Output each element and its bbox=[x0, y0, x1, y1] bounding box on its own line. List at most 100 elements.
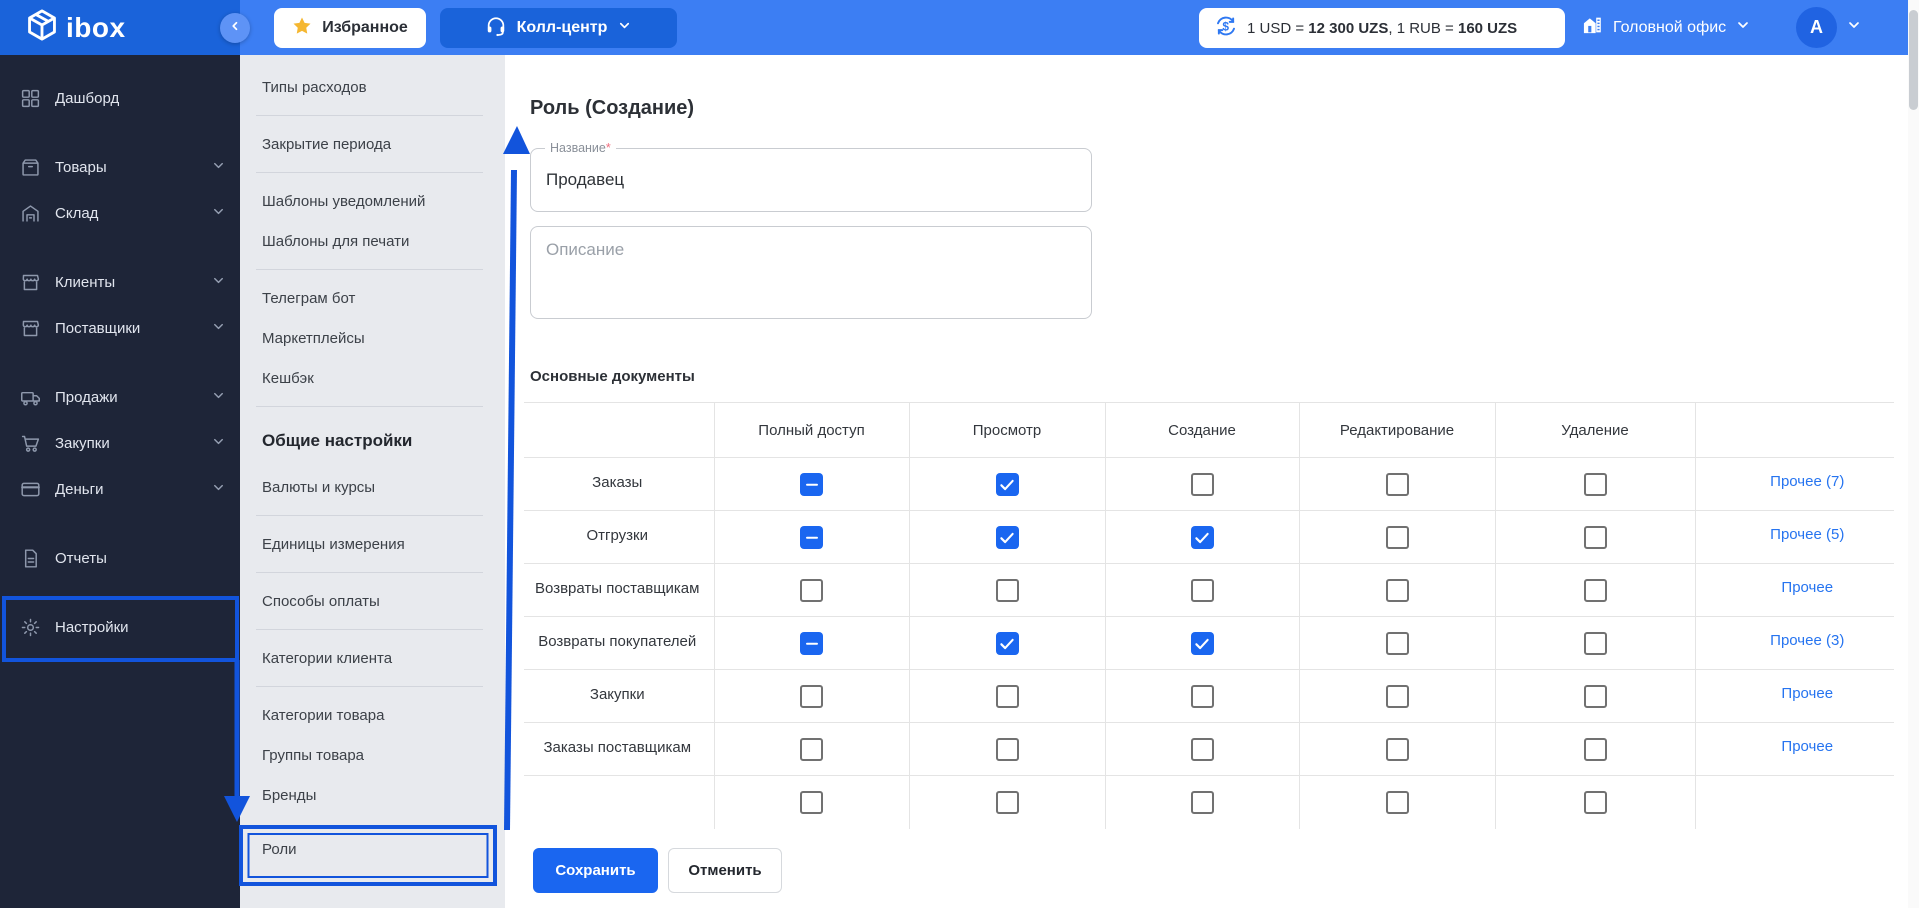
settings-item-Закрытие периода[interactable]: Закрытие периода bbox=[240, 124, 505, 164]
checkbox-unchecked[interactable] bbox=[800, 579, 823, 602]
checkbox-unchecked[interactable] bbox=[1190, 738, 1214, 761]
cancel-button[interactable]: Отменить bbox=[668, 848, 782, 893]
row-label bbox=[524, 775, 715, 829]
settings-item-Валюты и курсы[interactable]: Валюты и курсы bbox=[240, 467, 505, 507]
sidebar-item-Товары[interactable]: Товары bbox=[0, 144, 240, 190]
sidebar-collapse-button[interactable] bbox=[220, 13, 250, 43]
checkbox-unchecked[interactable] bbox=[1583, 685, 1607, 708]
sidebar-item-Закупки[interactable]: Закупки bbox=[0, 420, 240, 466]
checkbox-unchecked[interactable] bbox=[1385, 579, 1409, 602]
sidebar-item-Дашборд[interactable]: Дашборд bbox=[0, 75, 240, 121]
divider bbox=[256, 515, 483, 516]
chevron-down-icon[interactable] bbox=[1846, 17, 1862, 38]
more-link[interactable]: Прочее bbox=[1781, 685, 1833, 702]
sidebar-item-Клиенты[interactable]: Клиенты bbox=[0, 259, 240, 305]
settings-item-Типы расходов[interactable]: Типы расходов bbox=[240, 67, 505, 107]
checkbox-unchecked[interactable] bbox=[1583, 473, 1607, 496]
checkbox-unchecked[interactable] bbox=[1190, 685, 1214, 708]
checkbox-checked[interactable] bbox=[995, 632, 1019, 655]
sidebar-item-Поставщики[interactable]: Поставщики bbox=[0, 305, 240, 351]
settings-item-Бренды[interactable]: Бренды bbox=[240, 775, 505, 815]
currency-rates[interactable]: $ 1 USD = 12 300 UZS, 1 RUB = 160 UZS bbox=[1199, 8, 1565, 48]
settings-item-Маркетплейсы[interactable]: Маркетплейсы bbox=[240, 318, 505, 358]
checkbox-unchecked[interactable] bbox=[800, 791, 823, 814]
more-link[interactable]: Прочее bbox=[1781, 579, 1833, 596]
settings-item-Кешбэк[interactable]: Кешбэк bbox=[240, 358, 505, 398]
sidebar-item-label: Поставщики bbox=[55, 319, 141, 337]
checkbox-checked[interactable] bbox=[1190, 632, 1214, 655]
checkbox-unchecked[interactable] bbox=[995, 738, 1019, 761]
settings-item-Единицы измерения[interactable]: Единицы измерения bbox=[240, 524, 505, 564]
chevron-down-icon bbox=[1735, 17, 1751, 38]
callcenter-button[interactable]: Колл-центр bbox=[440, 8, 677, 48]
name-input[interactable] bbox=[546, 149, 1066, 211]
more-link[interactable]: Прочее bbox=[1781, 738, 1833, 755]
save-button[interactable]: Сохранить bbox=[533, 848, 658, 893]
sidebar-item-Склад[interactable]: Склад bbox=[0, 190, 240, 236]
permissions-table-wrap: Полный доступ Просмотр Создание Редактирова… bbox=[524, 402, 1894, 835]
checkbox-indeterminate[interactable] bbox=[800, 473, 823, 496]
avatar[interactable]: A bbox=[1796, 7, 1837, 48]
more-link[interactable]: Прочее (7) bbox=[1770, 473, 1844, 490]
divider bbox=[256, 172, 483, 173]
checkbox-indeterminate[interactable] bbox=[800, 632, 823, 655]
checkbox-unchecked[interactable] bbox=[1583, 791, 1607, 814]
favorites-button[interactable]: Избранное bbox=[274, 8, 426, 48]
settings-item-Категории клиента[interactable]: Категории клиента bbox=[240, 638, 505, 678]
settings-item-Категории товара[interactable]: Категории товара bbox=[240, 695, 505, 735]
checkbox-unchecked[interactable] bbox=[995, 685, 1019, 708]
rates-text: 1 USD = 12 300 UZS, 1 RUB = 160 UZS bbox=[1247, 19, 1518, 37]
settings-menu: Типы расходов Закрытие периода Шаблоны уве… bbox=[240, 55, 505, 908]
checkbox-unchecked[interactable] bbox=[1190, 473, 1214, 496]
sidebar-item-Продажи[interactable]: Продажи bbox=[0, 374, 240, 420]
checkbox-unchecked[interactable] bbox=[1385, 473, 1409, 496]
checkbox-indeterminate[interactable] bbox=[800, 526, 823, 549]
sidebar-item-Настройки[interactable]: Настройки bbox=[0, 604, 240, 650]
section-title: Основные документы bbox=[530, 368, 695, 385]
checkbox-unchecked[interactable] bbox=[1190, 579, 1214, 602]
office-selector[interactable]: Головной офис bbox=[1582, 0, 1751, 55]
column-header: Редактирование bbox=[1299, 402, 1496, 458]
checkbox-unchecked[interactable] bbox=[1385, 791, 1409, 814]
row-label: Возвраты поставщикам bbox=[524, 563, 715, 617]
checkbox-unchecked[interactable] bbox=[800, 685, 823, 708]
checkbox-unchecked[interactable] bbox=[1583, 632, 1607, 655]
chevron-down-icon bbox=[211, 273, 226, 292]
checkbox-cell bbox=[1105, 722, 1300, 776]
settings-item-Телеграм бот[interactable]: Телеграм бот bbox=[240, 278, 505, 318]
settings-item-Способы оплаты[interactable]: Способы оплаты bbox=[240, 581, 505, 621]
page-scrollbar[interactable] bbox=[1908, 0, 1919, 908]
suppliers-store-icon bbox=[20, 317, 42, 339]
checkbox-unchecked[interactable] bbox=[1385, 685, 1409, 708]
checkbox-cell bbox=[714, 722, 910, 776]
settings-item-Роли[interactable]: Роли bbox=[240, 829, 490, 869]
checkbox-unchecked[interactable] bbox=[1385, 738, 1409, 761]
description-input[interactable] bbox=[530, 226, 1092, 319]
checkbox-unchecked[interactable] bbox=[995, 579, 1019, 602]
checkbox-unchecked[interactable] bbox=[1385, 526, 1409, 549]
checkbox-unchecked[interactable] bbox=[1583, 526, 1607, 549]
settings-item-Шаблоны уведомлений[interactable]: Шаблоны уведомлений bbox=[240, 181, 505, 221]
settings-item-Группы товара[interactable]: Группы товара bbox=[240, 735, 505, 775]
more-link[interactable]: Прочее (5) bbox=[1770, 526, 1844, 543]
checkbox-cell bbox=[1495, 563, 1696, 617]
checkbox-unchecked[interactable] bbox=[800, 738, 823, 761]
sidebar-item-Деньги[interactable]: Деньги bbox=[0, 466, 240, 512]
logo[interactable]: ibox bbox=[0, 0, 240, 55]
divider bbox=[256, 269, 483, 270]
more-link[interactable]: Прочее (3) bbox=[1770, 632, 1844, 649]
checkbox-unchecked[interactable] bbox=[1190, 791, 1214, 814]
checkbox-cell bbox=[1105, 457, 1300, 511]
sidebar-item-Отчеты[interactable]: Отчеты bbox=[0, 535, 240, 581]
checkbox-unchecked[interactable] bbox=[1385, 632, 1409, 655]
sidebar-item-label: Отчеты bbox=[55, 549, 107, 567]
checkbox-checked[interactable] bbox=[1190, 526, 1214, 549]
checkbox-checked[interactable] bbox=[995, 473, 1019, 496]
favorites-label: Избранное bbox=[322, 19, 408, 36]
checkbox-unchecked[interactable] bbox=[1583, 738, 1607, 761]
settings-item-Шаблоны для печати[interactable]: Шаблоны для печати bbox=[240, 221, 505, 261]
checkbox-unchecked[interactable] bbox=[1583, 579, 1607, 602]
checkbox-unchecked[interactable] bbox=[995, 791, 1019, 814]
checkbox-checked[interactable] bbox=[995, 526, 1019, 549]
scrollbar-thumb[interactable] bbox=[1909, 10, 1918, 110]
